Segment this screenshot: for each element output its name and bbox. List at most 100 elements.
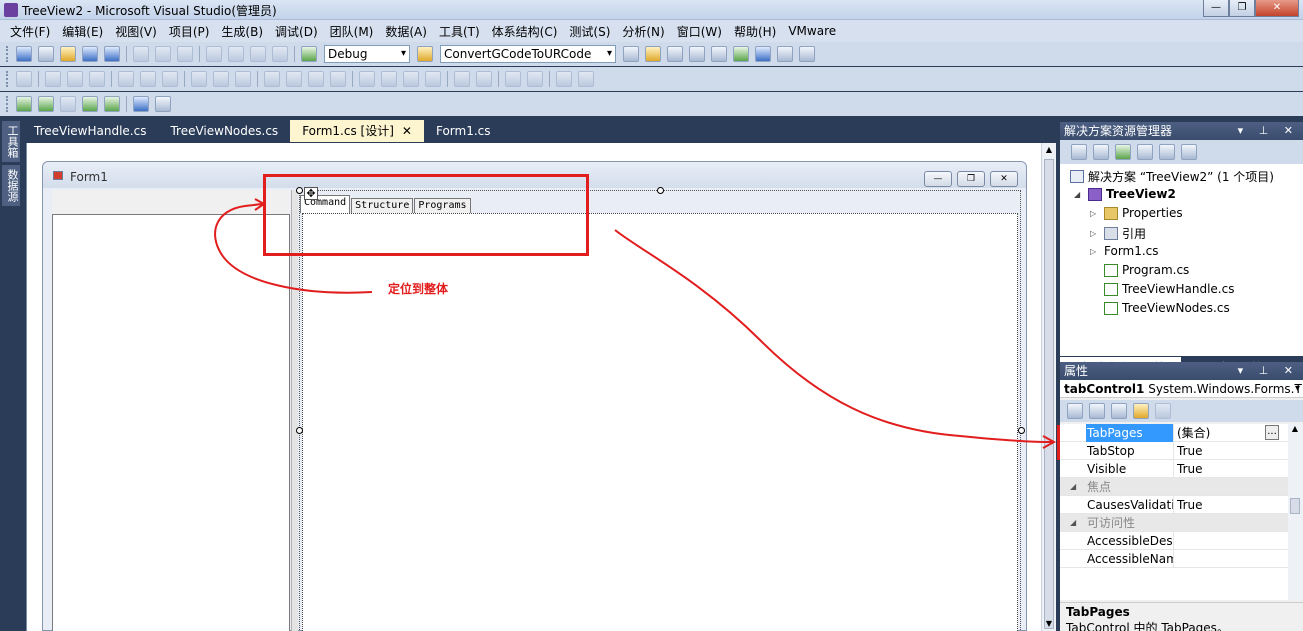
properties-view-icon[interactable] [1111, 403, 1127, 419]
collection-editor-button[interactable]: ... [1265, 425, 1279, 440]
scroll-up-icon[interactable]: ▲ [1288, 424, 1302, 433]
property-category[interactable]: ◢ 焦点 [1060, 478, 1288, 496]
property-row[interactable]: TabPages (集合)... [1060, 424, 1288, 442]
property-grid-scrollbar[interactable]: ▲ [1288, 424, 1303, 600]
categorized-icon[interactable] [1067, 403, 1083, 419]
solution-explorer-icon[interactable] [623, 46, 639, 62]
treeview-top-panel[interactable] [52, 190, 290, 214]
menu-item[interactable]: 视图(V) [109, 23, 163, 40]
menu-item[interactable]: 生成(B) [215, 23, 269, 40]
solution-tree-item[interactable]: ▷ Properties [1090, 206, 1183, 220]
panel-buttons[interactable]: ▾ ⊥ ✕ [1238, 362, 1299, 380]
send-to-back-icon[interactable] [527, 71, 543, 87]
horizontal-spacing-increase-icon[interactable] [286, 71, 302, 87]
menu-item[interactable]: 体系结构(C) [486, 23, 564, 40]
solution-tree-item[interactable]: TreeViewHandle.cs [1090, 282, 1234, 296]
menu-item[interactable]: 项目(P) [163, 23, 216, 40]
expand-arrow-icon[interactable]: ▷ [1090, 247, 1100, 256]
breakpoints-icon[interactable] [133, 96, 149, 112]
toolbar-grip[interactable] [6, 46, 9, 62]
property-category[interactable]: ◢ 可访问性 [1060, 514, 1288, 532]
tab-control[interactable]: CommandStructurePrograms ▶ [296, 187, 1025, 631]
align-centers-icon[interactable] [67, 71, 83, 87]
property-value[interactable]: True [1177, 496, 1203, 514]
find-in-files-icon[interactable] [417, 46, 433, 62]
align-tops-icon[interactable] [118, 71, 134, 87]
tab-order-icon[interactable] [556, 71, 572, 87]
properties-icon[interactable] [1071, 144, 1087, 160]
solution-tree-item[interactable]: 解决方案 “TreeView2” (1 个项目) [1070, 168, 1274, 185]
menu-item[interactable]: 文件(F) [4, 23, 56, 40]
restore-button[interactable]: ❐ [1229, 0, 1255, 17]
save-icon[interactable] [82, 46, 98, 62]
center-vertically-icon[interactable] [476, 71, 492, 87]
splitter[interactable] [291, 190, 298, 631]
save-all-icon[interactable] [104, 46, 120, 62]
command-window-icon[interactable] [777, 46, 793, 62]
toolbar-overflow-icon[interactable] [155, 96, 171, 112]
menu-item[interactable]: 编辑(E) [56, 23, 109, 40]
resize-handle[interactable] [1018, 427, 1025, 434]
make-same-height-icon[interactable] [213, 71, 229, 87]
center-horizontally-icon[interactable] [454, 71, 470, 87]
vertical-spacing-equal-icon[interactable] [359, 71, 375, 87]
step-over-icon[interactable] [104, 96, 120, 112]
refresh-icon[interactable] [1115, 144, 1131, 160]
scroll-down-icon[interactable]: ▼ [1042, 617, 1056, 631]
menu-item[interactable]: 调试(D) [269, 23, 324, 40]
property-value[interactable]: True [1177, 460, 1203, 478]
property-row[interactable]: AccessibleName [1060, 550, 1288, 568]
object-selector[interactable]: tabControl1 System.Windows.Forms.T [1060, 380, 1303, 398]
property-row[interactable]: CausesValidatio True [1060, 496, 1288, 514]
copy-icon[interactable] [155, 46, 171, 62]
undo-icon[interactable] [206, 46, 222, 62]
property-row[interactable]: Visible True [1060, 460, 1288, 478]
tab-page-body[interactable] [302, 213, 1018, 631]
data-sources-tab[interactable]: 数据源 [2, 165, 20, 206]
align-rights-icon[interactable] [89, 71, 105, 87]
solution-tree-item[interactable]: ▷ Form1.cs [1090, 244, 1159, 418]
expand-arrow-icon[interactable]: ▷ [1090, 209, 1100, 218]
horizontal-spacing-decrease-icon[interactable] [308, 71, 324, 87]
solution-tree-item[interactable]: ◢ TreeView2 [1074, 187, 1176, 201]
menu-item[interactable]: 帮助(H) [728, 23, 782, 40]
horizontal-spacing-equal-icon[interactable] [264, 71, 280, 87]
toolbar-grip[interactable] [6, 96, 9, 112]
minimize-button[interactable]: — [1203, 0, 1229, 17]
step-into-icon[interactable] [82, 96, 98, 112]
navigate-forward-icon[interactable] [272, 46, 288, 62]
scrollbar-thumb[interactable] [1290, 498, 1300, 514]
bring-to-front-icon[interactable] [505, 71, 521, 87]
view-designer-icon[interactable] [1159, 144, 1175, 160]
resize-handle[interactable] [657, 187, 664, 194]
tools-icon[interactable] [711, 46, 727, 62]
find-combo[interactable]: ConvertGCodeToURCode [440, 45, 616, 63]
redo-icon[interactable] [228, 46, 244, 62]
horizontal-spacing-remove-icon[interactable] [330, 71, 346, 87]
vertical-spacing-increase-icon[interactable] [381, 71, 397, 87]
view-code-icon[interactable] [1137, 144, 1153, 160]
menu-item[interactable]: 窗口(W) [671, 23, 728, 40]
document-tab[interactable]: Form1.cs [设计] ✕ [290, 120, 424, 142]
start-debugging-icon[interactable] [301, 46, 317, 62]
menu-item[interactable]: VMware [782, 24, 842, 38]
add-item-icon[interactable] [38, 46, 54, 62]
panel-buttons[interactable]: ▾ ⊥ ✕ [1238, 122, 1299, 140]
menu-item[interactable]: 工具(T) [433, 23, 486, 40]
cut-icon[interactable] [133, 46, 149, 62]
align-lefts-icon[interactable] [45, 71, 61, 87]
object-browser-icon[interactable] [667, 46, 683, 62]
toolbox-tab[interactable]: 工具箱 [2, 121, 20, 162]
solution-tree-item[interactable]: ▷ 引用 [1090, 225, 1146, 242]
resize-handle[interactable] [296, 427, 303, 434]
align-to-grid-icon[interactable] [16, 71, 32, 87]
solution-configuration-select[interactable]: Debug [324, 45, 410, 63]
collapse-arrow-icon[interactable]: ◢ [1074, 190, 1084, 199]
expand-arrow-icon[interactable]: ▷ [1090, 229, 1100, 238]
property-value[interactable]: (集合) [1177, 424, 1210, 442]
collapse-arrow-icon[interactable]: ◢ [1070, 514, 1076, 532]
make-same-width-icon[interactable] [191, 71, 207, 87]
align-bottoms-icon[interactable] [162, 71, 178, 87]
vertical-spacing-remove-icon[interactable] [425, 71, 441, 87]
menu-item[interactable]: 测试(S) [563, 23, 616, 40]
